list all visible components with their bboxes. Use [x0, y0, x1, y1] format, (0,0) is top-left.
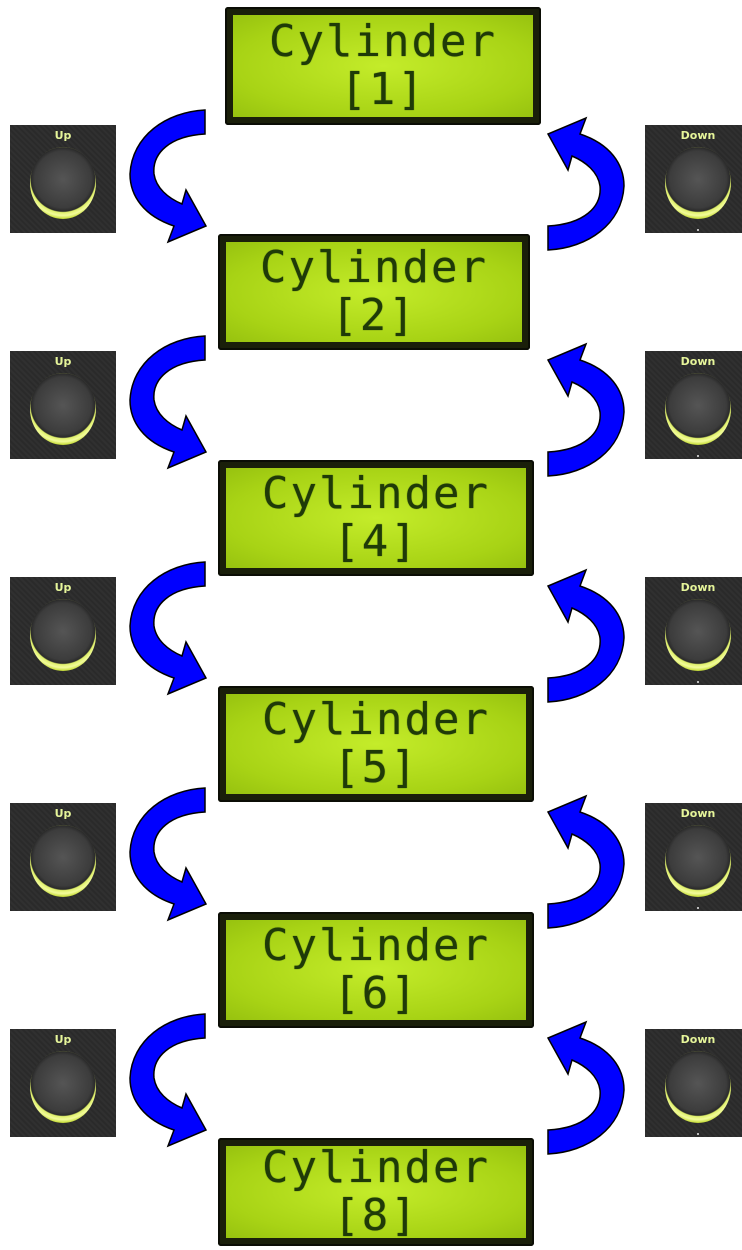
- up-arrow-icon: [546, 568, 625, 703]
- up-arrow-icon: [546, 794, 625, 929]
- button-ring-icon: [665, 373, 731, 445]
- button-ring-icon: [30, 599, 96, 671]
- down-button-label: Down: [680, 355, 716, 368]
- down-arrow-icon: [129, 561, 208, 696]
- lcd-line-2: [8]: [333, 1190, 419, 1241]
- button-dot: [697, 681, 699, 683]
- up-arrow-icon: [546, 1020, 625, 1155]
- lcd-line-1: Cylinder: [269, 16, 497, 67]
- down-button[interactable]: Down: [645, 803, 742, 911]
- down-button-label: Down: [680, 1033, 716, 1046]
- up-button-label: Up: [54, 1033, 72, 1046]
- button-dot: [697, 907, 699, 909]
- lcd-screen: Cylinder [2]: [226, 242, 522, 342]
- down-arrow-icon: [129, 787, 208, 922]
- lcd-line-1: Cylinder: [260, 242, 488, 293]
- button-ring-icon: [665, 1051, 731, 1123]
- up-button-label: Up: [54, 807, 72, 820]
- button-dot: [697, 1133, 699, 1135]
- up-button[interactable]: Up: [10, 125, 116, 233]
- lcd-line-2: [5]: [333, 742, 419, 793]
- up-button-label: Up: [54, 581, 72, 594]
- down-arrow-icon: [129, 335, 208, 470]
- lcd-line-1: Cylinder: [262, 1142, 490, 1193]
- up-button[interactable]: Up: [10, 351, 116, 459]
- lcd-screen: Cylinder [8]: [226, 1142, 526, 1241]
- button-ring-icon: [665, 147, 731, 219]
- lcd-line-2: [1]: [340, 64, 426, 115]
- button-dot: [697, 455, 699, 457]
- button-dot: [697, 229, 699, 231]
- down-button[interactable]: Down: [645, 125, 742, 233]
- down-button[interactable]: Down: [645, 1029, 742, 1137]
- up-button[interactable]: Up: [10, 803, 116, 911]
- down-button[interactable]: Down: [645, 351, 742, 459]
- lcd-line-2: [4]: [333, 516, 419, 567]
- lcd-line-1: Cylinder: [262, 694, 490, 745]
- down-button[interactable]: Down: [645, 577, 742, 685]
- lcd-display-4: Cylinder [5]: [218, 686, 534, 802]
- down-button-label: Down: [680, 807, 716, 820]
- lcd-display-6: Cylinder [8]: [218, 1138, 534, 1246]
- lcd-display-3: Cylinder [4]: [218, 460, 534, 576]
- lcd-display-1: Cylinder [1]: [225, 7, 541, 125]
- lcd-screen: Cylinder [5]: [226, 694, 526, 794]
- down-button-label: Down: [680, 581, 716, 594]
- up-arrow-icon: [546, 116, 625, 251]
- up-button-label: Up: [54, 355, 72, 368]
- lcd-screen: Cylinder [1]: [233, 15, 533, 117]
- button-ring-icon: [665, 599, 731, 671]
- lcd-line-2: [6]: [333, 968, 419, 1019]
- down-arrow-icon: [129, 1013, 208, 1148]
- button-ring-icon: [30, 373, 96, 445]
- lcd-screen: Cylinder [4]: [226, 468, 526, 568]
- lcd-display-5: Cylinder [6]: [218, 912, 534, 1028]
- button-ring-icon: [30, 147, 96, 219]
- lcd-line-1: Cylinder: [262, 920, 490, 971]
- lcd-display-2: Cylinder [2]: [218, 234, 530, 350]
- up-button[interactable]: Up: [10, 577, 116, 685]
- down-arrow-icon: [129, 109, 208, 244]
- lcd-line-1: Cylinder: [262, 468, 490, 519]
- lcd-screen: Cylinder [6]: [226, 920, 526, 1020]
- button-ring-icon: [30, 1051, 96, 1123]
- down-button-label: Down: [680, 129, 716, 142]
- up-button[interactable]: Up: [10, 1029, 116, 1137]
- button-ring-icon: [30, 825, 96, 897]
- up-arrow-icon: [546, 342, 625, 477]
- button-ring-icon: [665, 825, 731, 897]
- lcd-line-2: [2]: [331, 290, 417, 341]
- up-button-label: Up: [54, 129, 72, 142]
